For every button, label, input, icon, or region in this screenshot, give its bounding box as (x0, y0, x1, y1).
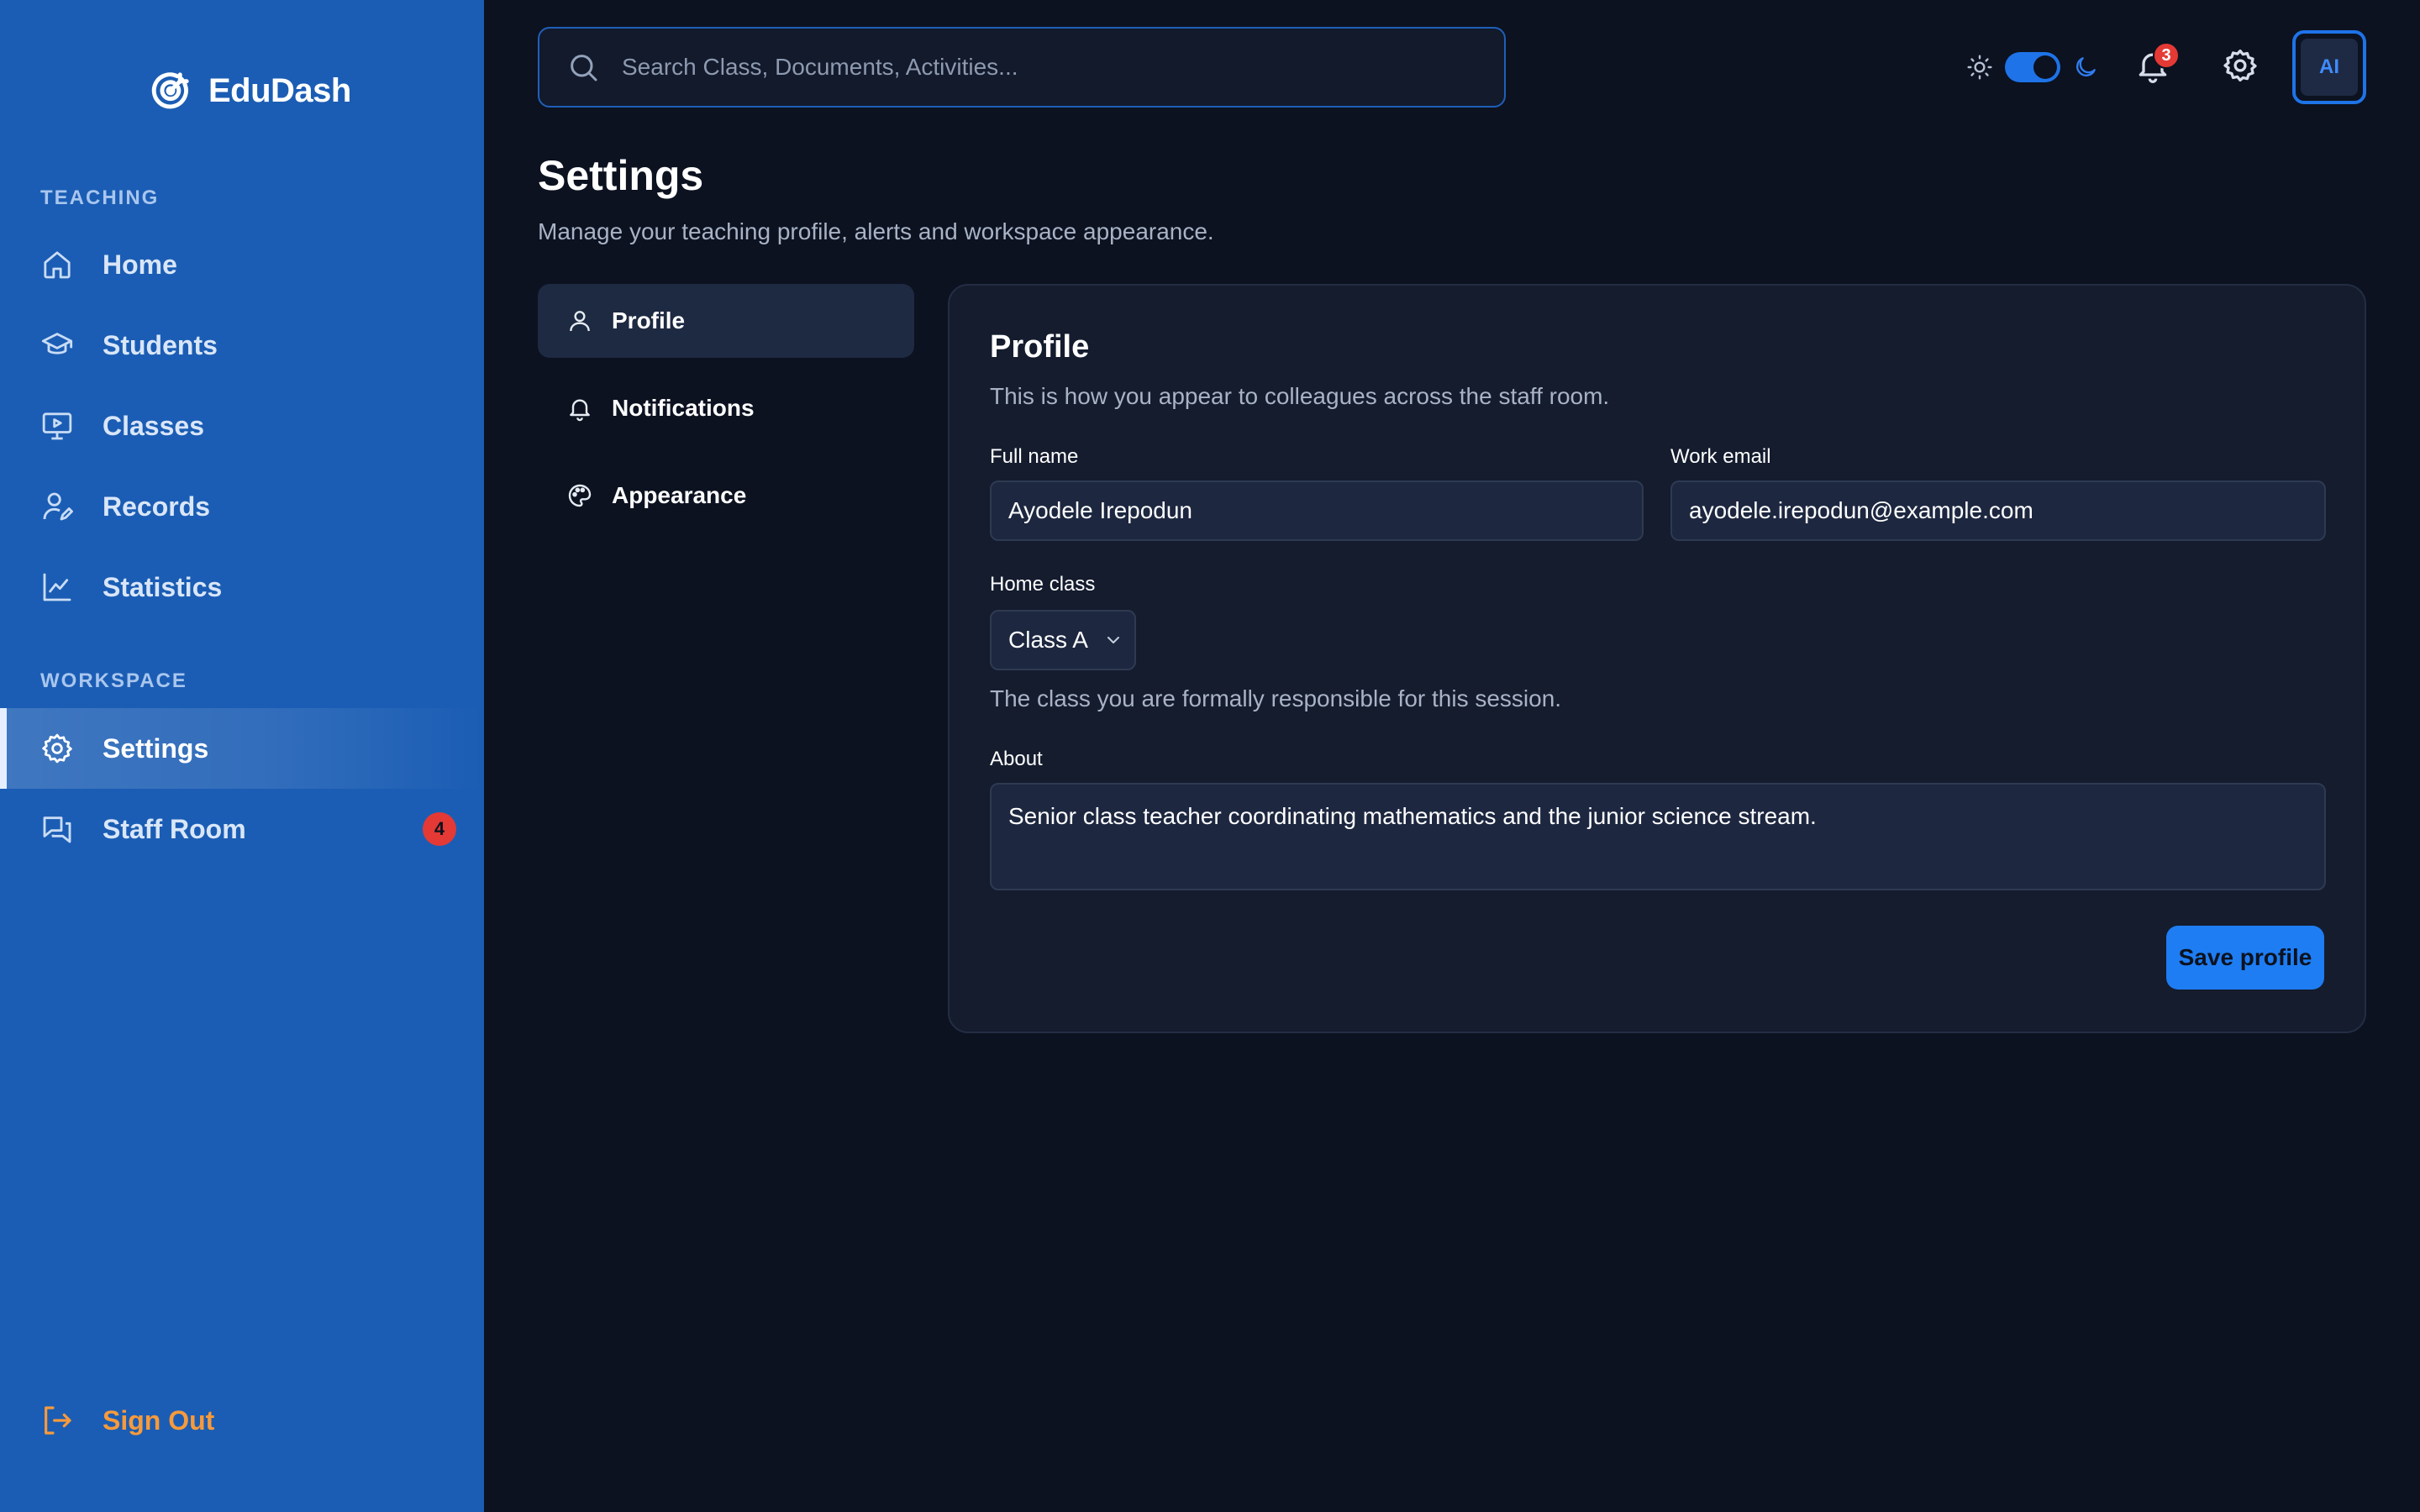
search-bar[interactable] (538, 27, 1506, 108)
settings-tab-label: Appearance (612, 482, 747, 508)
gear-icon (40, 732, 74, 765)
notification-count-badge: 3 (2153, 42, 2180, 69)
avatar[interactable]: AI (2292, 30, 2366, 104)
settings-tab-appearance[interactable]: Appearance (538, 459, 914, 533)
sidebar-item-label: Students (103, 329, 218, 360)
full-name-label: Full name (990, 445, 1079, 468)
sign-out-label: Sign Out (103, 1404, 215, 1436)
save-profile-button[interactable]: Save profile (2166, 926, 2324, 990)
theme-toggle[interactable] (1966, 47, 2099, 87)
about-textarea[interactable]: Senior class teacher coordinating mathem… (990, 783, 2326, 890)
dark-mode-switch[interactable] (2005, 52, 2060, 82)
user-edit-icon (40, 490, 74, 523)
presentation-icon (40, 409, 74, 443)
page-subtitle: Manage your teaching profile, alerts and… (538, 218, 1214, 244)
section-label-workspace: WORKSPACE (40, 669, 187, 692)
sidebar-item-label: Settings (103, 732, 209, 764)
user-icon (566, 307, 593, 334)
work-email-field[interactable] (1670, 480, 2326, 541)
brand[interactable]: EduDash (148, 67, 351, 114)
work-email-label: Work email (1670, 445, 1771, 468)
gear-icon (2222, 47, 2262, 84)
sidebar-item-label: Statistics (103, 571, 223, 602)
logout-icon (40, 1404, 74, 1437)
sidebar-item-settings[interactable]: Settings (0, 708, 484, 789)
line-chart-icon (40, 570, 74, 604)
switch-knob (2033, 55, 2057, 79)
sidebar-item-staff-room[interactable]: Staff Room 4 (0, 789, 484, 869)
sidebar-item-label: Home (103, 249, 177, 280)
sidebar-item-classes[interactable]: Classes (0, 386, 484, 466)
home-class-hint: The class you are formally responsible f… (990, 685, 1562, 711)
sign-out-button[interactable]: Sign Out (0, 1380, 484, 1461)
moon-icon (2072, 54, 2099, 81)
graduation-cap-icon (40, 328, 74, 362)
page-title: Settings (538, 152, 704, 199)
chat-icon (40, 812, 74, 846)
section-label-teaching: TEACHING (40, 186, 160, 209)
settings-tab-label: Notifications (612, 395, 755, 421)
palette-icon (566, 482, 593, 509)
notifications-button[interactable]: 3 (2134, 42, 2180, 87)
settings-tab-profile[interactable]: Profile (538, 284, 914, 358)
settings-button[interactable] (2222, 47, 2262, 87)
search-icon (566, 50, 600, 84)
settings-tab-label: Profile (612, 307, 686, 333)
profile-description: This is how you appear to colleagues acr… (990, 383, 1610, 409)
target-logo-icon (148, 68, 193, 113)
sidebar-item-statistics[interactable]: Statistics (0, 547, 484, 627)
full-name-field[interactable] (990, 480, 1644, 541)
unread-badge: 4 (423, 812, 456, 846)
app-name: EduDash (208, 71, 351, 109)
sidebar: EduDash TEACHING Home Students Classes R… (0, 0, 484, 1512)
search-input[interactable] (622, 54, 1462, 81)
chevron-down-icon (1103, 630, 1123, 650)
sidebar-item-records[interactable]: Records (0, 466, 484, 547)
sidebar-item-home[interactable]: Home (0, 224, 484, 305)
sidebar-item-label: Staff Room (103, 813, 246, 844)
profile-card: Profile This is how you appear to collea… (948, 284, 2366, 1033)
about-label: About (990, 748, 1043, 770)
home-icon (40, 248, 74, 281)
settings-tab-notifications[interactable]: Notifications (538, 371, 914, 445)
sun-icon (1966, 54, 1993, 81)
sidebar-item-students[interactable]: Students (0, 305, 484, 386)
profile-title: Profile (990, 329, 1090, 365)
home-class-label: Home class (990, 573, 1096, 596)
sidebar-item-label: Records (103, 491, 211, 522)
bell-icon (566, 395, 593, 422)
avatar-initials: AI (2301, 39, 2358, 96)
sidebar-item-label: Classes (103, 410, 204, 441)
home-class-select[interactable]: Class A (990, 610, 1136, 670)
home-class-value: Class A (1008, 627, 1088, 653)
